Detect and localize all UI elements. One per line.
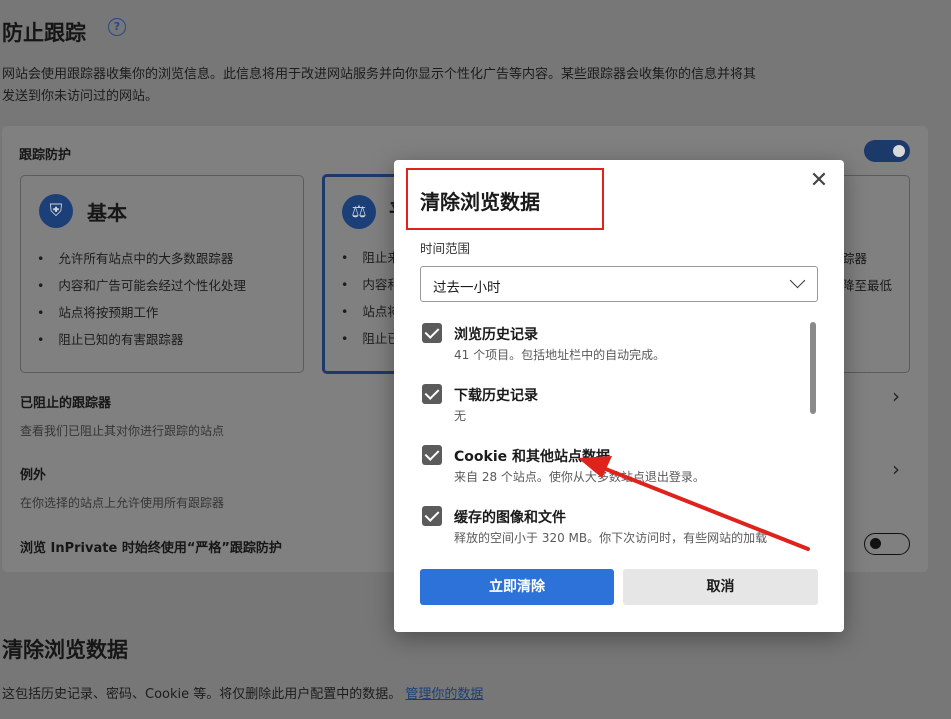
annotation-arrow-icon bbox=[578, 456, 810, 551]
settings-page: 防止跟踪 ? 网站会使用跟踪器收集你的浏览信息。此信息将用于改进网站服务并向你显… bbox=[0, 0, 951, 719]
